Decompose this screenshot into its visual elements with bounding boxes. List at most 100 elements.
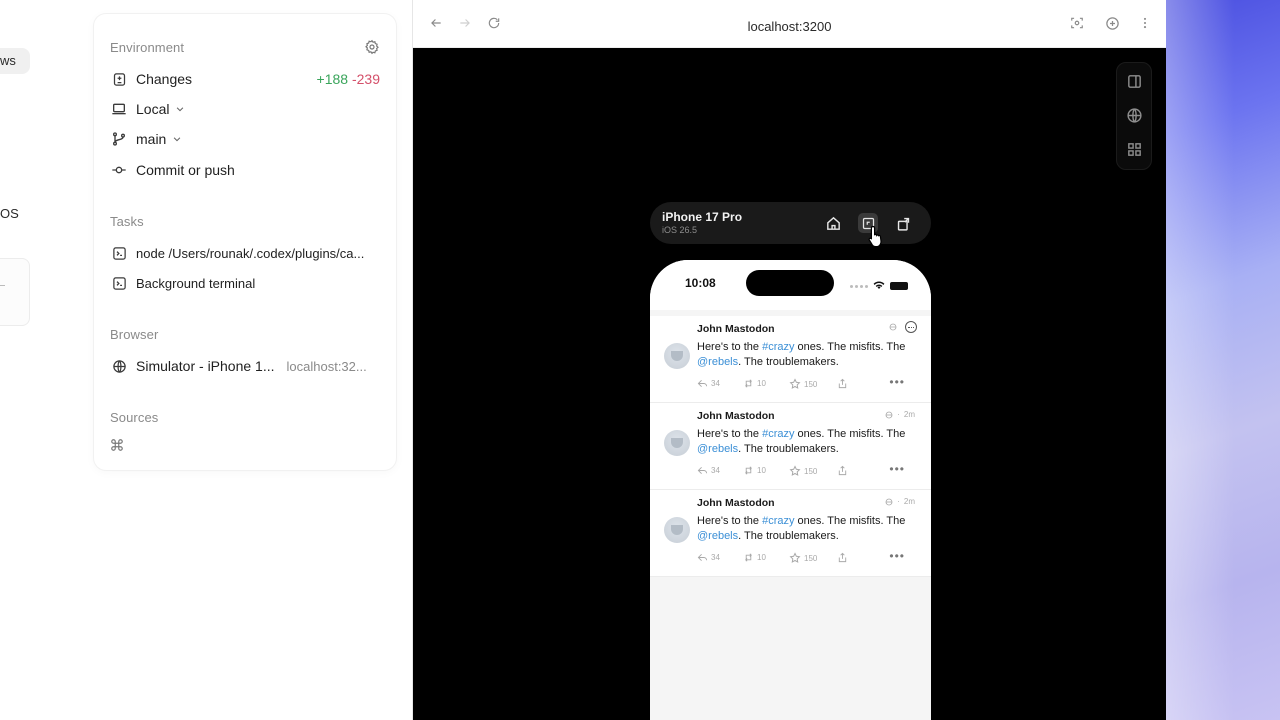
reply-button[interactable]: 34 bbox=[697, 552, 720, 563]
post-item[interactable]: John Mastodon · 2m Here's to the #crazy … bbox=[650, 403, 931, 490]
timeline-feed: John Mastodon Here's to the #crazy ones.… bbox=[650, 316, 931, 577]
sidebar-toggle-icon[interactable] bbox=[1126, 73, 1143, 90]
sources-title: Sources bbox=[110, 410, 159, 425]
chevron-down-icon bbox=[172, 134, 182, 144]
status-indicators bbox=[850, 277, 908, 295]
dynamic-island bbox=[746, 270, 834, 296]
post-author[interactable]: John Mastodon bbox=[697, 410, 775, 422]
ellipsis-icon[interactable]: ••• bbox=[889, 550, 905, 562]
post-text: Here's to the bbox=[697, 341, 763, 353]
mention-link[interactable]: @rebels bbox=[697, 530, 738, 542]
address-bar[interactable]: localhost:3200 bbox=[413, 19, 1166, 34]
post-text: ones. The misfits. The bbox=[794, 428, 906, 440]
sidebar-fragment-news[interactable]: ws bbox=[0, 48, 30, 74]
post-item[interactable]: John Mastodon · 2m Here's to the #crazy … bbox=[650, 490, 931, 577]
changes-row[interactable]: Changes +188 -239 bbox=[110, 68, 380, 90]
share-icon[interactable] bbox=[837, 465, 848, 476]
diff-icon bbox=[110, 70, 128, 88]
grid-icon[interactable] bbox=[1126, 141, 1143, 158]
reply-button[interactable]: 34 bbox=[697, 465, 720, 476]
post-author[interactable]: John Mastodon bbox=[697, 497, 775, 509]
post-timestamp: 2m bbox=[903, 497, 915, 506]
post-text: . The troublemakers. bbox=[738, 443, 839, 455]
ellipsis-icon[interactable]: ••• bbox=[889, 463, 905, 475]
tasks-title: Tasks bbox=[110, 214, 144, 229]
post-item[interactable]: John Mastodon Here's to the #crazy ones.… bbox=[650, 316, 931, 403]
hashtag-link[interactable]: #crazy bbox=[762, 515, 794, 527]
iphone-screen[interactable]: 10:08 John Mastodon Here's to the #crazy… bbox=[650, 260, 931, 720]
branch-label: main bbox=[136, 131, 167, 147]
add-icon[interactable] bbox=[1105, 16, 1120, 31]
post-meta: · 2m bbox=[885, 410, 915, 419]
post-meta: · 2m bbox=[885, 497, 915, 506]
left-sidebar-fragment: ws OS bbox=[0, 0, 95, 720]
lines-removed: -239 bbox=[351, 71, 380, 87]
boost-button[interactable]: 10 bbox=[743, 378, 766, 389]
browser-item-simulator[interactable]: Simulator - iPhone 1... localhost:32... bbox=[110, 355, 380, 377]
sidebar-fragment-os: OS bbox=[0, 206, 19, 221]
post-text: Here's to the bbox=[697, 515, 763, 527]
post-author[interactable]: John Mastodon bbox=[697, 323, 775, 335]
commit-or-push-button[interactable]: Commit or push bbox=[110, 159, 380, 181]
gear-icon[interactable] bbox=[364, 39, 380, 55]
boost-button[interactable]: 10 bbox=[743, 465, 766, 476]
favourite-button[interactable]: 150 bbox=[789, 378, 817, 390]
reply-count: 34 bbox=[711, 466, 720, 475]
share-icon[interactable] bbox=[837, 378, 848, 389]
status-time: 10:08 bbox=[685, 276, 716, 290]
task-label: Background terminal bbox=[136, 275, 256, 291]
cellular-icon bbox=[850, 284, 868, 288]
favourite-button[interactable]: 150 bbox=[789, 465, 817, 477]
changes-stats: +188 -239 bbox=[317, 71, 380, 87]
device-os: iOS 26.5 bbox=[662, 225, 698, 235]
changes-label: Changes bbox=[136, 71, 193, 87]
home-icon[interactable] bbox=[823, 213, 843, 233]
mention-link[interactable]: @rebels bbox=[697, 356, 738, 368]
hashtag-link[interactable]: #crazy bbox=[762, 428, 794, 440]
favourite-button[interactable]: 150 bbox=[789, 552, 817, 564]
hashtag-link[interactable]: #crazy bbox=[762, 341, 794, 353]
reply-count: 34 bbox=[711, 379, 720, 388]
branch-dropdown[interactable]: main bbox=[110, 128, 380, 150]
more-options-icon[interactable] bbox=[905, 321, 917, 333]
task-item[interactable]: node /Users/rounak/.codex/plugins/ca... bbox=[110, 242, 380, 264]
favourite-count: 150 bbox=[804, 379, 818, 389]
post-content: Here's to the #crazy ones. The misfits. … bbox=[697, 340, 911, 370]
command-icon[interactable] bbox=[110, 438, 124, 452]
favourite-count: 150 bbox=[804, 553, 818, 563]
avatar[interactable] bbox=[664, 517, 690, 543]
hand-pointer-icon bbox=[866, 224, 886, 253]
boost-count: 10 bbox=[757, 553, 766, 562]
environment-panel: Environment Changes +188 -239 Local main bbox=[94, 14, 396, 470]
laptop-icon bbox=[110, 100, 128, 118]
wifi-icon bbox=[873, 277, 885, 295]
more-vertical-icon[interactable] bbox=[1138, 16, 1152, 30]
boost-button[interactable]: 10 bbox=[743, 552, 766, 563]
share-icon[interactable] bbox=[837, 552, 848, 563]
globe-icon bbox=[110, 357, 128, 375]
browser-toolbar: localhost:3200 bbox=[413, 0, 1166, 48]
simulator-side-tools bbox=[1116, 62, 1152, 170]
avatar[interactable] bbox=[664, 343, 690, 369]
simulator-toolbar: iPhone 17 Pro iOS 26.5 bbox=[650, 202, 931, 244]
desktop-wallpaper bbox=[1166, 0, 1280, 720]
post-text: ones. The misfits. The bbox=[794, 515, 906, 527]
reply-button[interactable]: 34 bbox=[697, 378, 720, 389]
boost-count: 10 bbox=[757, 379, 766, 388]
task-label: node /Users/rounak/.codex/plugins/ca... bbox=[136, 245, 365, 261]
sidebar-fragment-card bbox=[0, 258, 30, 326]
ellipsis-icon[interactable]: ••• bbox=[889, 376, 905, 388]
post-actions: 34 10 150 ••• bbox=[697, 463, 911, 479]
rotate-icon[interactable] bbox=[893, 213, 913, 233]
screenshot-icon[interactable] bbox=[1070, 16, 1084, 30]
status-bar: 10:08 bbox=[650, 260, 931, 310]
task-item[interactable]: Background terminal bbox=[110, 272, 380, 294]
lines-added: +188 bbox=[316, 71, 349, 87]
browser-item-label: Simulator - iPhone 1... bbox=[136, 358, 275, 374]
post-text: . The troublemakers. bbox=[738, 356, 839, 368]
mention-link[interactable]: @rebels bbox=[697, 443, 738, 455]
post-content: Here's to the #crazy ones. The misfits. … bbox=[697, 427, 911, 457]
local-dropdown[interactable]: Local bbox=[110, 98, 380, 120]
globe-icon[interactable] bbox=[1126, 107, 1143, 124]
avatar[interactable] bbox=[664, 430, 690, 456]
